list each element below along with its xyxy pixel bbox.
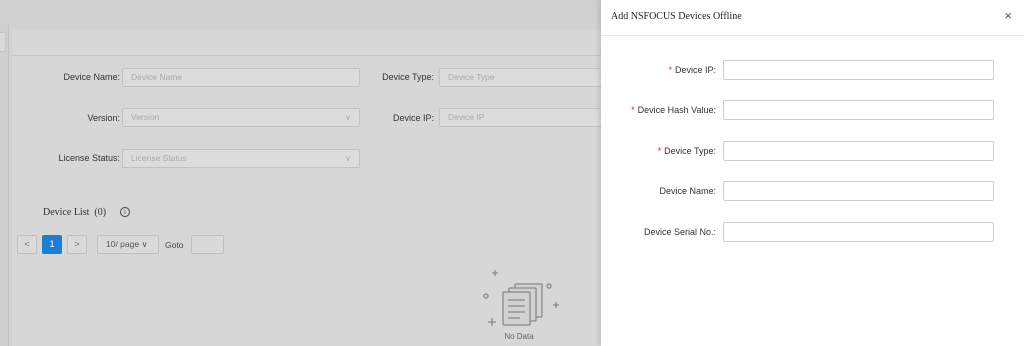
device-list-title: Device List (0): [43, 207, 107, 218]
add-devices-drawer: Add NSFOCUS Devices Offline × * Device IP…: [601, 0, 1024, 346]
filter-license-status-label: License Status:: [58, 153, 120, 163]
device-ip-label: * Device IP:: [668, 65, 716, 75]
card-header: [12, 30, 612, 56]
prev-page-button[interactable]: <: [17, 235, 37, 254]
device-name-label: Device Name:: [659, 186, 716, 196]
goto-page-input[interactable]: [191, 235, 224, 254]
page-1-button[interactable]: 1: [42, 235, 62, 254]
filter-device-ip-input[interactable]: Device IP: [439, 108, 609, 127]
goto-label: Goto: [165, 240, 184, 250]
device-serial-no-label: Device Serial No.:: [643, 227, 716, 237]
chevron-down-icon: ∨: [345, 154, 351, 163]
filter-version-label: Version:: [87, 113, 120, 123]
filter-device-name-label: Device Name:: [63, 72, 120, 82]
no-data-icon: [483, 270, 559, 326]
next-page-button[interactable]: >: [67, 235, 87, 254]
device-ip-input[interactable]: [723, 60, 994, 80]
left-sidebar: [0, 24, 9, 346]
device-type-label: * Device Type:: [657, 146, 716, 156]
filter-device-type-label: Device Type:: [382, 72, 434, 82]
empty-state: No Data: [478, 268, 568, 344]
device-hash-value-input[interactable]: [723, 100, 994, 120]
device-hash-value-label: * Device Hash Value:: [631, 105, 716, 115]
tab-stub: [0, 32, 6, 52]
filter-license-status-select[interactable]: License Status ∨: [122, 149, 360, 168]
chevron-down-icon: ∨: [345, 113, 351, 122]
filter-version-select[interactable]: Version ∨: [122, 108, 360, 127]
filter-device-type-input[interactable]: Device Type: [439, 68, 609, 87]
filter-device-name-input[interactable]: Device Name: [122, 68, 360, 87]
info-icon[interactable]: i: [120, 207, 130, 217]
page-size-select[interactable]: 10/ page ∨: [97, 235, 159, 254]
no-data-text: No Data: [504, 332, 534, 341]
drawer-header: Add NSFOCUS Devices Offline ×: [601, 0, 1024, 36]
chevron-down-icon: ∨: [141, 239, 148, 249]
device-name-input[interactable]: [723, 181, 994, 201]
device-serial-no-input[interactable]: [723, 222, 994, 242]
close-icon[interactable]: ×: [1004, 8, 1012, 23]
device-type-input[interactable]: [723, 141, 994, 161]
drawer-title: Add NSFOCUS Devices Offline: [611, 11, 742, 22]
filter-device-ip-label: Device IP:: [392, 113, 434, 123]
